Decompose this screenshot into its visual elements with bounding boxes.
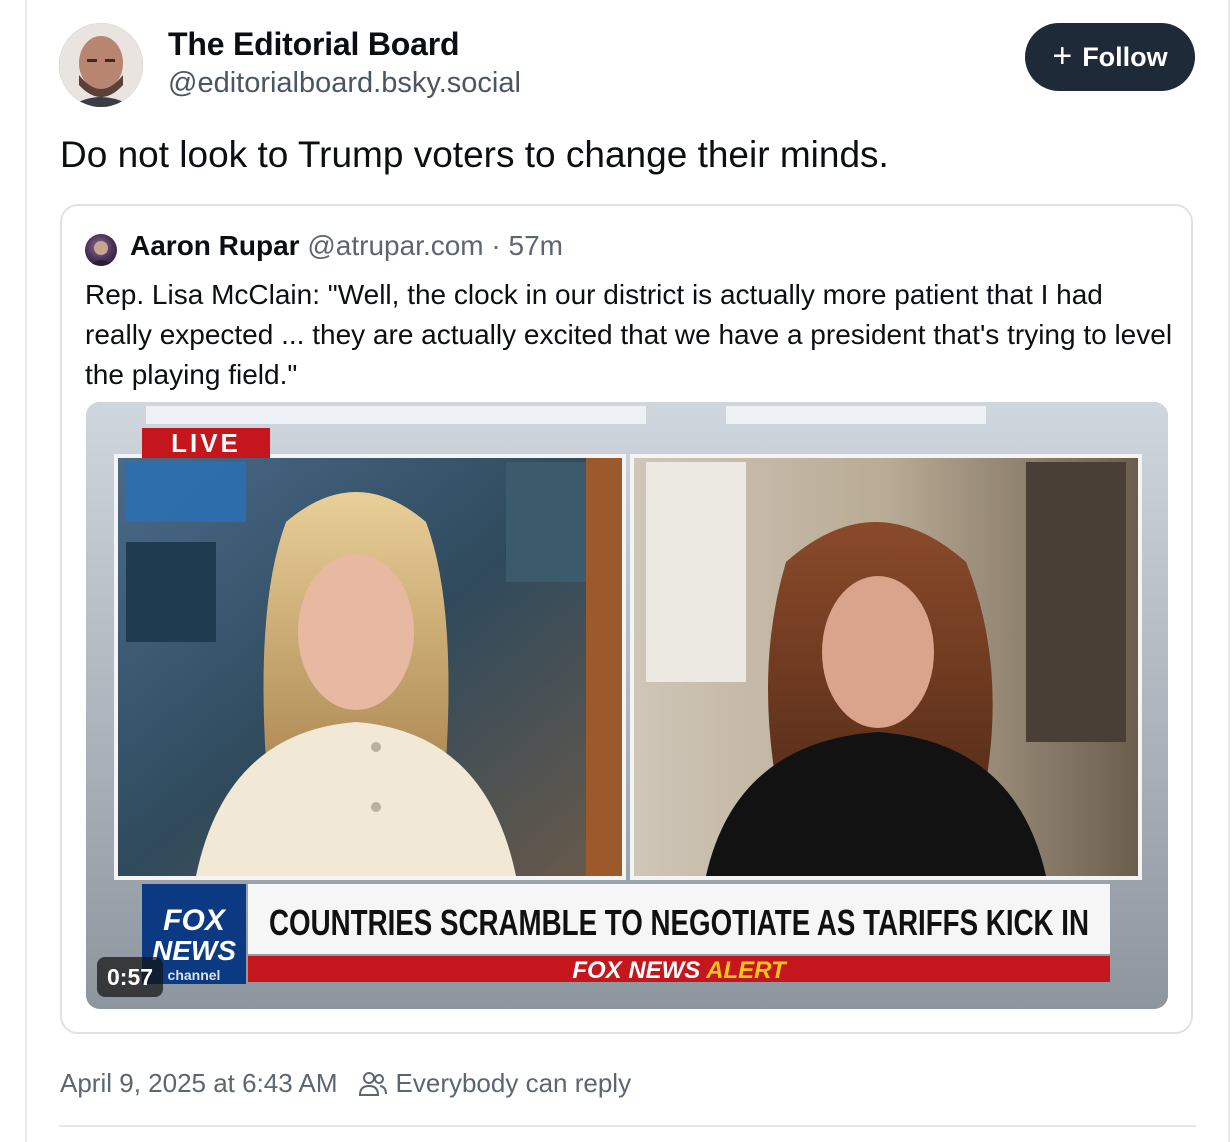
post-timestamp[interactable]: April 9, 2025 at 6:43 AM [60,1068,338,1099]
video-frame: LIVE FOX NEWS channel COUNTRIES SCRAMBLE… [86,402,1168,1009]
fox-logo-line3: channel [168,967,221,983]
fox-logo-line1: FOX [163,904,227,937]
quoted-author-handle[interactable]: @atrupar.com [307,230,483,261]
follow-button[interactable]: + Follow [1025,23,1195,91]
alert-text: FOX NEWS ALERT [572,957,788,984]
post-text: Do not look to Trump voters to change th… [60,134,889,175]
video-duration: 0:57 [97,957,164,997]
author-handle[interactable]: @editorialboard.bsky.social [168,67,521,100]
people-icon [358,1071,387,1096]
post-meta: April 9, 2025 at 6:43 AM Everybody can r… [60,1068,631,1099]
quoted-post-header: Aaron Rupar @atrupar.com · 57m [130,230,563,262]
reply-setting-label: Everybody can reply [395,1068,632,1098]
fox-logo-line2: NEWS [152,935,236,966]
right-border [1228,0,1230,1142]
quoted-post-text: Rep. Lisa McClain: "Well, the clock in o… [85,279,1173,390]
live-badge: LIVE [142,428,270,458]
alert-word: ALERT [705,957,788,984]
dot-separator: · [491,230,501,261]
right-video-panel [630,454,1142,880]
reply-setting[interactable]: Everybody can reply [358,1068,632,1099]
author-display-name[interactable]: The Editorial Board [168,26,460,63]
author-avatar[interactable] [59,23,143,107]
quoted-author-name[interactable]: Aaron Rupar [130,230,300,261]
live-label: LIVE [171,428,241,458]
quoted-author-avatar[interactable] [85,234,117,266]
alert-prefix: FOX NEWS [572,957,700,984]
quoted-post-age[interactable]: 57m [509,230,563,261]
left-border [25,0,27,1142]
divider [59,1125,1196,1127]
plus-icon: + [1052,36,1073,75]
lower-third: FOX NEWS channel COUNTRIES SCRAMBLE TO N… [142,884,1110,984]
video-player[interactable]: LIVE FOX NEWS channel COUNTRIES SCRAMBLE… [86,402,1168,1009]
follow-label: Follow [1082,41,1168,72]
headline-text: COUNTRIES SCRAMBLE TO NEGOTIATE AS TARIF… [269,902,1089,943]
left-video-panel [114,454,626,880]
